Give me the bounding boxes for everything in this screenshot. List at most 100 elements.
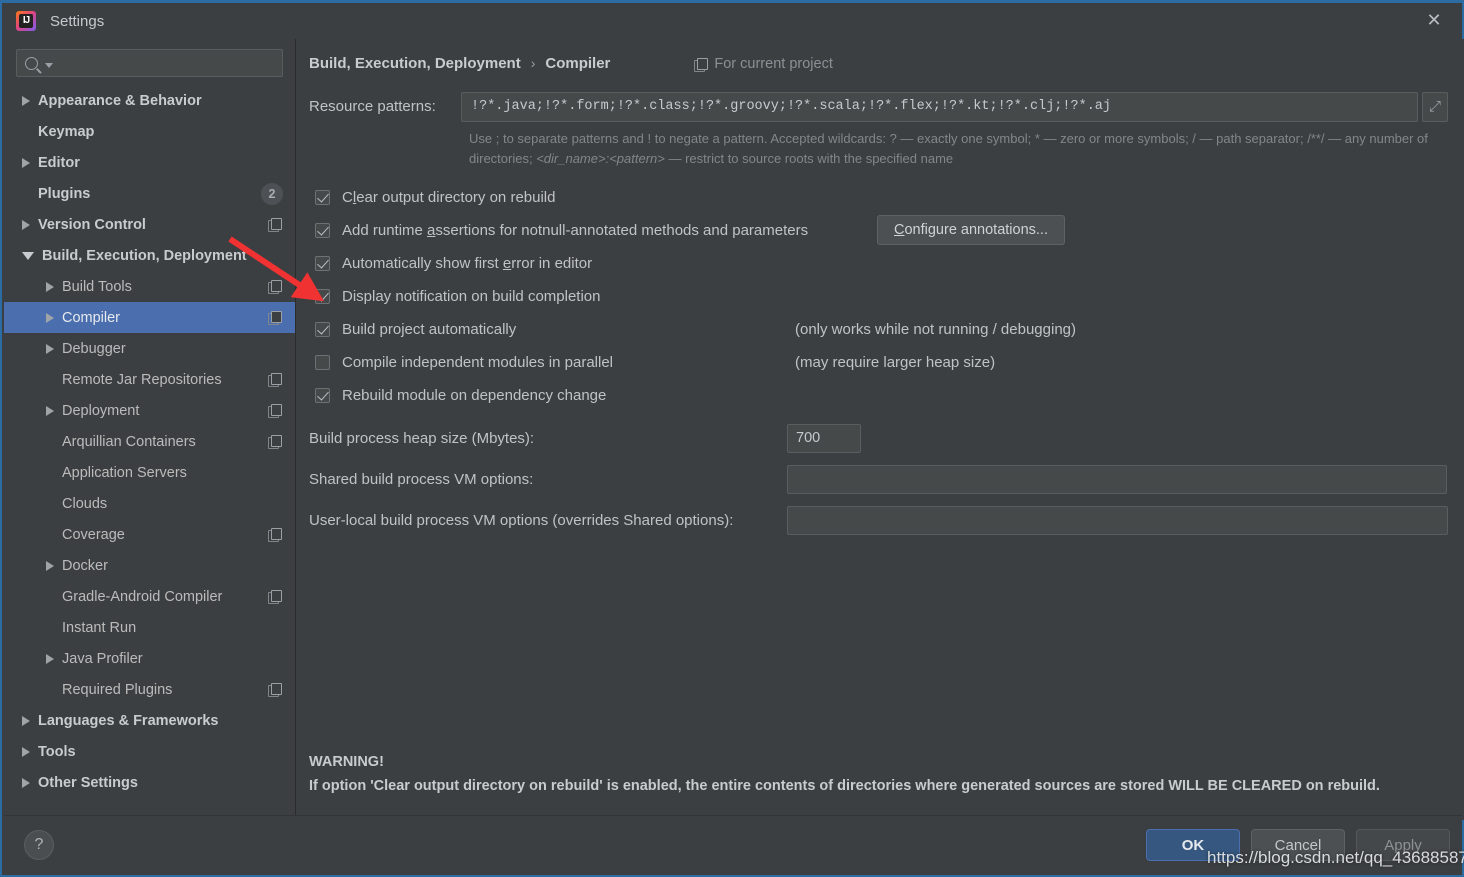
checkbox-label: Build project automatically xyxy=(342,321,516,338)
checkbox-row-rebuild-module-on-dependency-change[interactable]: Rebuild module on dependency change xyxy=(315,379,1448,412)
compiler-fields: Build process heap size (Mbytes): Shared … xyxy=(309,423,1448,535)
chevron-right-icon[interactable] xyxy=(22,777,30,788)
sidebar-item-deployment[interactable]: Deployment xyxy=(4,395,295,426)
label-part: C xyxy=(342,188,353,206)
checkbox-label: Clear output directory on rebuild xyxy=(342,189,555,206)
input-shared-build-process-vm-options[interactable] xyxy=(787,464,1447,494)
help-button[interactable]: ? xyxy=(24,830,54,860)
settings-dialog: IJ Settings ✕ Appearance & Behavior Keyma… xyxy=(0,0,1464,877)
checkbox-automatically-show-first-error-in-editor[interactable] xyxy=(315,255,330,271)
sidebar-item-label: Application Servers xyxy=(62,464,187,481)
sidebar-item-remote-jar-repositories[interactable]: Remote Jar Repositories xyxy=(4,364,295,395)
sidebar-item-editor[interactable]: Editor xyxy=(4,147,295,178)
sidebar-item-label: Plugins xyxy=(38,185,91,202)
chevron-right-icon[interactable] xyxy=(46,653,54,664)
sidebar-item-required-plugins[interactable]: Required Plugins xyxy=(4,674,295,705)
project-scope-icon xyxy=(268,404,282,418)
resource-patterns-row: Resource patterns: !?*.java;!?*.form;!?*… xyxy=(309,91,1448,122)
checkbox-row-add-runtime-assertions-for-notnull-annotat[interactable]: Add runtime assertions for notnull-annot… xyxy=(315,214,1448,247)
sidebar-item-build-tools[interactable]: Build Tools xyxy=(4,271,295,302)
resource-patterns-label: Resource patterns: xyxy=(309,98,436,115)
checkbox-rebuild-module-on-dependency-change[interactable] xyxy=(315,387,330,403)
settings-tree: Appearance & Behavior Keymap Editor Plugins… xyxy=(4,85,295,798)
checkbox-row-display-notification-on-build-completion[interactable]: Display notification on build completion xyxy=(315,280,1448,313)
chevron-right-icon[interactable] xyxy=(22,746,30,757)
chevron-right-icon[interactable] xyxy=(46,312,54,323)
search-box[interactable] xyxy=(16,49,283,77)
sidebar-item-instant-run[interactable]: Instant Run xyxy=(4,612,295,643)
chevron-right-icon[interactable] xyxy=(22,219,30,230)
sidebar-item-languages-frameworks[interactable]: Languages & Frameworks xyxy=(4,705,295,736)
chevron-right-icon[interactable] xyxy=(22,715,30,726)
breadcrumb-parent[interactable]: Build, Execution, Deployment xyxy=(309,55,521,72)
chevron-down-icon[interactable] xyxy=(45,62,53,68)
sidebar-item-label: Clouds xyxy=(62,495,108,512)
project-scope-icon xyxy=(268,683,282,697)
scope-indicator: For current project xyxy=(694,56,833,72)
sidebar-item-tools[interactable]: Tools xyxy=(4,736,295,767)
checkbox-clear-output-directory-on-rebuild[interactable] xyxy=(315,189,330,205)
sidebar-item-label: Required Plugins xyxy=(62,681,173,698)
checkbox-label: Display notification on build completion xyxy=(342,288,600,305)
chevron-down-icon[interactable] xyxy=(22,251,34,260)
label-part: Build project automatically xyxy=(342,320,517,338)
sidebar-item-gradle-android-compiler[interactable]: Gradle-Android Compiler xyxy=(4,581,295,612)
resource-patterns-input[interactable]: !?*.java;!?*.form;!?*.class;!?*.groovy;!… xyxy=(461,91,1418,122)
sidebar-item-other-settings[interactable]: Other Settings xyxy=(4,767,295,798)
sidebar-item-label: Build Tools xyxy=(62,278,132,295)
field-label: Build process heap size (Mbytes): xyxy=(309,429,535,447)
sidebar-item-label: Build, Execution, Deployment xyxy=(42,247,247,264)
chevron-right-icon[interactable] xyxy=(46,560,54,571)
checkbox-row-automatically-show-first-error-in-editor[interactable]: Automatically show first error in editor xyxy=(315,247,1448,280)
chevron-right-icon[interactable] xyxy=(46,281,54,292)
watermark: https://blog.csdn.net/qq_43688587 xyxy=(1207,848,1464,867)
sidebar-item-compiler[interactable]: Compiler xyxy=(4,302,295,333)
chevron-right-icon[interactable] xyxy=(46,343,54,354)
project-scope-icon xyxy=(268,435,282,449)
checkbox-row-clear-output-directory-on-rebuild[interactable]: Clear output directory on rebuild xyxy=(315,181,1448,214)
sidebar-item-label: Debugger xyxy=(62,340,126,357)
sidebar-item-keymap[interactable]: Keymap xyxy=(4,116,295,147)
checkbox-label: Rebuild module on dependency change xyxy=(342,387,606,404)
close-icon[interactable]: ✕ xyxy=(1406,3,1462,37)
breadcrumb-separator: › xyxy=(530,54,536,71)
sidebar-item-debugger[interactable]: Debugger xyxy=(4,333,295,364)
sidebar-item-clouds[interactable]: Clouds xyxy=(4,488,295,519)
search-input[interactable] xyxy=(59,54,274,72)
chevron-right-icon[interactable] xyxy=(46,405,54,416)
resource-patterns-help: Use ; to separate patterns and ! to nega… xyxy=(469,129,1448,169)
settings-sidebar: Appearance & Behavior Keymap Editor Plugins… xyxy=(4,39,296,820)
expand-icon[interactable] xyxy=(1422,91,1448,122)
sidebar-item-plugins[interactable]: Plugins 2 xyxy=(4,178,295,209)
configure-annotations-button[interactable]: Configure annotations... xyxy=(877,215,1065,246)
help-line-1: Use ; to separate patterns and ! to nega… xyxy=(469,130,1366,146)
label-part-end: ssertions for notnull-annotated methods … xyxy=(435,221,809,239)
sidebar-item-coverage[interactable]: Coverage xyxy=(4,519,295,550)
input-user-local-build-process-vm-options-over[interactable] xyxy=(787,505,1448,535)
input-build-process-heap-size-mbytes[interactable] xyxy=(787,423,861,453)
sidebar-item-application-servers[interactable]: Application Servers xyxy=(4,457,295,488)
sidebar-item-build-execution-deployment[interactable]: Build, Execution, Deployment xyxy=(4,240,295,271)
project-scope-icon xyxy=(268,590,282,604)
checkbox-add-runtime-assertions-for-notnull-annotat[interactable] xyxy=(315,222,330,238)
sidebar-item-java-profiler[interactable]: Java Profiler xyxy=(4,643,295,674)
checkbox-compile-independent-modules-in-parallel[interactable] xyxy=(315,354,330,370)
sidebar-item-appearance-behavior[interactable]: Appearance & Behavior xyxy=(4,85,295,116)
chevron-right-icon[interactable] xyxy=(22,95,30,106)
sidebar-item-docker[interactable]: Docker xyxy=(4,550,295,581)
checkbox-display-notification-on-build-completion[interactable] xyxy=(315,288,330,304)
sidebar-item-version-control[interactable]: Version Control xyxy=(4,209,295,240)
sidebar-item-label: Remote Jar Repositories xyxy=(62,371,222,388)
checkbox-build-project-automatically[interactable] xyxy=(315,321,330,337)
sidebar-item-arquillian-containers[interactable]: Arquillian Containers xyxy=(4,426,295,457)
checkbox-row-build-project-automatically[interactable]: Build project automatically (only works w… xyxy=(315,313,1448,346)
checkbox-row-compile-independent-modules-in-parallel[interactable]: Compile independent modules in parallel (… xyxy=(315,346,1448,379)
sidebar-item-label: Instant Run xyxy=(62,619,137,636)
chevron-right-icon[interactable] xyxy=(22,157,30,168)
